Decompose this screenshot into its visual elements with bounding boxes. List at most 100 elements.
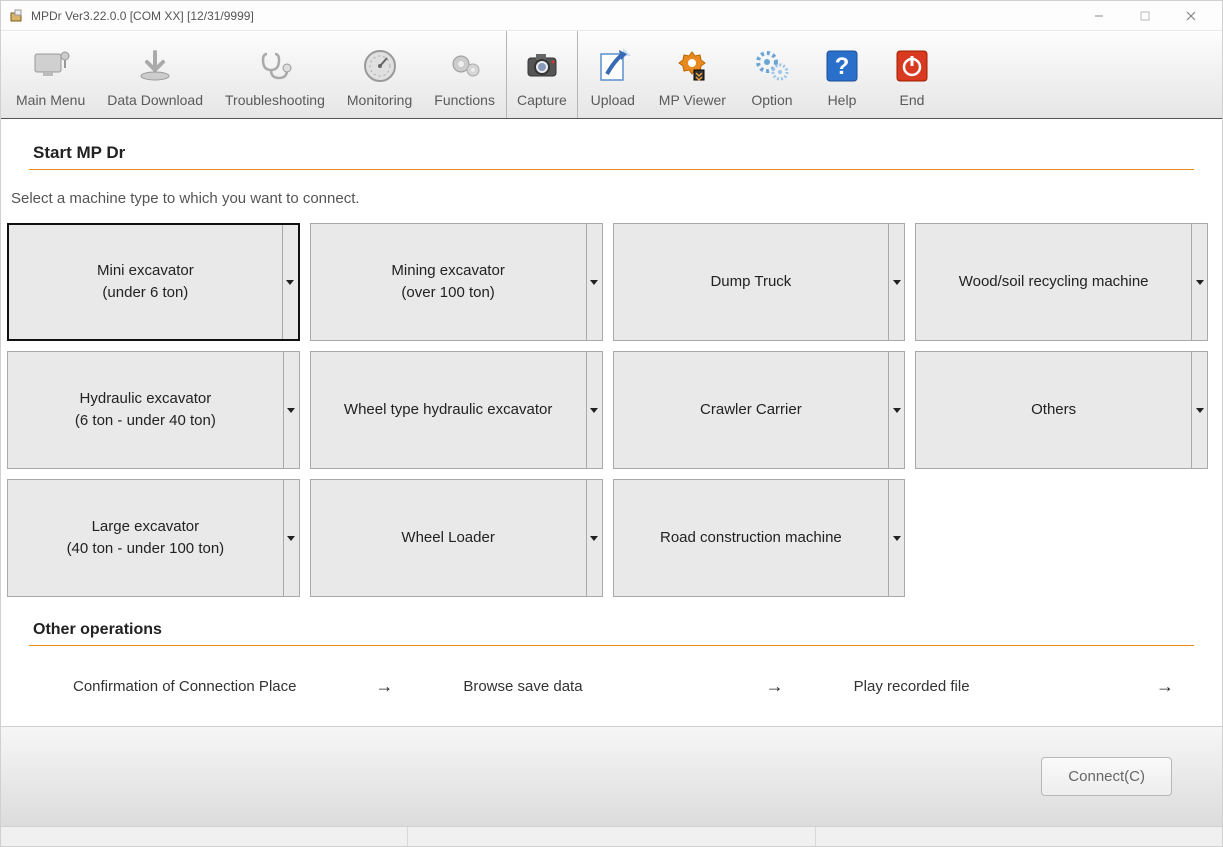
toolbar-help[interactable]: ? Help bbox=[807, 31, 877, 118]
chevron-down-icon bbox=[287, 536, 295, 541]
section-underline bbox=[29, 169, 1194, 170]
machine-line1: Dump Truck bbox=[710, 271, 791, 294]
toolbar-end[interactable]: End bbox=[877, 31, 947, 118]
machine-dropdown[interactable] bbox=[1191, 224, 1207, 340]
chevron-down-icon bbox=[590, 536, 598, 541]
chevron-down-icon bbox=[286, 280, 294, 285]
window-controls bbox=[1076, 1, 1214, 31]
toolbar-upload[interactable]: Upload bbox=[578, 31, 648, 118]
machine-button[interactable]: Wheel type hydraulic excavator bbox=[310, 351, 603, 469]
section-title: Start MP Dr bbox=[33, 143, 1194, 163]
toolbar-label: Monitoring bbox=[347, 92, 412, 108]
toolbar-label: Data Download bbox=[107, 92, 203, 108]
toolbar-data-download[interactable]: Data Download bbox=[96, 31, 214, 118]
power-icon bbox=[895, 42, 929, 90]
toolbar-label: Functions bbox=[434, 92, 495, 108]
minimize-button[interactable] bbox=[1076, 1, 1122, 31]
upload-icon bbox=[593, 42, 633, 90]
gear-icon bbox=[445, 42, 485, 90]
other-operation-item[interactable]: Play recorded file→ bbox=[804, 666, 1194, 707]
machine-dropdown[interactable] bbox=[283, 480, 299, 596]
toolbar-capture[interactable]: Capture bbox=[506, 31, 578, 118]
content-area: Start MP Dr Select a machine type to whi… bbox=[1, 119, 1222, 726]
machine-line1: Crawler Carrier bbox=[700, 399, 802, 422]
other-operations-row: Confirmation of Connection Place→Browse … bbox=[23, 666, 1194, 707]
other-operations-title: Other operations bbox=[33, 621, 1194, 639]
maximize-button[interactable] bbox=[1122, 1, 1168, 31]
machine-button-main[interactable]: Wheel Loader bbox=[311, 480, 586, 596]
machine-button[interactable]: Hydraulic excavator(6 ton - under 40 ton… bbox=[7, 351, 300, 469]
svg-text:?: ? bbox=[835, 53, 850, 80]
close-button[interactable] bbox=[1168, 1, 1214, 31]
machine-button[interactable]: Wood/soil recycling machine bbox=[915, 223, 1208, 341]
chevron-down-icon bbox=[287, 408, 295, 413]
machine-button-main[interactable]: Dump Truck bbox=[614, 224, 889, 340]
machine-button[interactable]: Road construction machine bbox=[613, 479, 906, 597]
machine-line2: (6 ton - under 40 ton) bbox=[75, 410, 216, 433]
machine-dropdown[interactable] bbox=[283, 352, 299, 468]
camera-icon bbox=[522, 42, 562, 90]
machine-button-main[interactable]: Large excavator(40 ton - under 100 ton) bbox=[8, 480, 283, 596]
gear-orange-icon bbox=[672, 42, 712, 90]
machine-button-main[interactable]: Wheel type hydraulic excavator bbox=[311, 352, 586, 468]
machine-button-main[interactable]: Hydraulic excavator(6 ton - under 40 ton… bbox=[8, 352, 283, 468]
toolbar-label: Help bbox=[828, 92, 857, 108]
machine-dropdown[interactable] bbox=[282, 225, 298, 339]
other-operation-label: Play recorded file bbox=[854, 678, 970, 695]
toolbar-option[interactable]: Option bbox=[737, 31, 807, 118]
machine-dropdown[interactable] bbox=[888, 224, 904, 340]
machine-dropdown[interactable] bbox=[586, 352, 602, 468]
arrow-right-icon: → bbox=[375, 676, 393, 697]
machine-button-main[interactable]: Mini excavator(under 6 ton) bbox=[9, 225, 282, 339]
machine-line1: Mining excavator bbox=[391, 260, 504, 283]
machine-dropdown[interactable] bbox=[888, 352, 904, 468]
chevron-down-icon bbox=[893, 408, 901, 413]
toolbar-label: Upload bbox=[591, 92, 635, 108]
machine-dropdown[interactable] bbox=[586, 224, 602, 340]
toolbar-troubleshooting[interactable]: Troubleshooting bbox=[214, 31, 336, 118]
machine-dropdown[interactable] bbox=[1191, 352, 1207, 468]
arrow-right-icon: → bbox=[766, 676, 784, 697]
machine-button[interactable]: Others bbox=[915, 351, 1208, 469]
chevron-down-icon bbox=[1196, 408, 1204, 413]
toolbar-mp-viewer[interactable]: MP Viewer bbox=[648, 31, 737, 118]
machine-button-main[interactable]: Others bbox=[916, 352, 1191, 468]
machine-button-main[interactable]: Road construction machine bbox=[614, 480, 889, 596]
machine-line2: (40 ton - under 100 ton) bbox=[67, 538, 225, 561]
machine-line1: Wheel type hydraulic excavator bbox=[344, 399, 552, 422]
other-operation-label: Browse save data bbox=[463, 678, 582, 695]
toolbar-monitoring[interactable]: Monitoring bbox=[336, 31, 423, 118]
other-operation-item[interactable]: Confirmation of Connection Place → bbox=[23, 666, 413, 707]
machine-button-main[interactable]: Mining excavator(over 100 ton) bbox=[311, 224, 586, 340]
machine-button[interactable]: Crawler Carrier bbox=[613, 351, 906, 469]
toolbar-main-menu[interactable]: Main Menu bbox=[5, 31, 96, 118]
machine-line1: Road construction machine bbox=[660, 527, 842, 550]
machine-line1: Hydraulic excavator bbox=[80, 388, 212, 411]
window-title: MPDr Ver3.22.0.0 [COM XX] [12/31/9999] bbox=[31, 9, 1076, 23]
chevron-down-icon bbox=[1196, 280, 1204, 285]
other-operation-item[interactable]: Browse save data → bbox=[413, 666, 803, 707]
connect-button[interactable]: Connect(C) bbox=[1041, 757, 1172, 796]
machine-button[interactable]: Mini excavator(under 6 ton) bbox=[7, 223, 300, 341]
machine-button-main[interactable]: Wood/soil recycling machine bbox=[916, 224, 1191, 340]
machine-button[interactable]: Mining excavator(over 100 ton) bbox=[310, 223, 603, 341]
titlebar: MPDr Ver3.22.0.0 [COM XX] [12/31/9999] bbox=[1, 1, 1222, 31]
machine-line1: Others bbox=[1031, 399, 1076, 422]
machine-line2: (under 6 ton) bbox=[102, 282, 188, 305]
machine-button[interactable]: Dump Truck bbox=[613, 223, 906, 341]
toolbar-label: Option bbox=[751, 92, 792, 108]
machine-button[interactable]: Wheel Loader bbox=[310, 479, 603, 597]
toolbar-label: End bbox=[900, 92, 925, 108]
app-icon bbox=[9, 8, 25, 24]
monitor-icon bbox=[29, 42, 73, 90]
instruction-text: Select a machine type to which you want … bbox=[11, 190, 1194, 207]
machine-dropdown[interactable] bbox=[586, 480, 602, 596]
toolbar-label: Capture bbox=[517, 92, 567, 108]
machine-grid: Mini excavator(under 6 ton) Mining excava… bbox=[7, 223, 1208, 597]
other-operation-label: Confirmation of Connection Place bbox=[73, 678, 296, 695]
toolbar-functions[interactable]: Functions bbox=[423, 31, 506, 118]
machine-button-main[interactable]: Crawler Carrier bbox=[614, 352, 889, 468]
machine-button[interactable]: Large excavator(40 ton - under 100 ton) bbox=[7, 479, 300, 597]
app-window: MPDr Ver3.22.0.0 [COM XX] [12/31/9999] bbox=[0, 0, 1223, 847]
machine-dropdown[interactable] bbox=[888, 480, 904, 596]
